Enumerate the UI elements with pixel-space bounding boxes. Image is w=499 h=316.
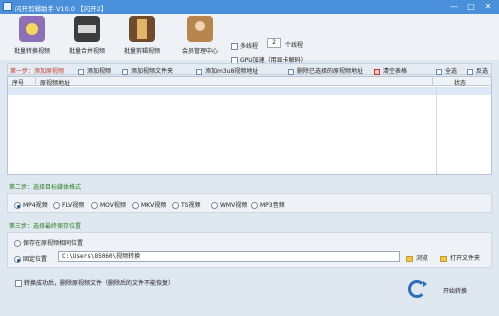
member-icon <box>187 16 213 42</box>
multithread-check-icon <box>231 43 238 50</box>
radio-icon <box>211 202 218 209</box>
multithread-checkbox[interactable]: 多线程 <box>231 41 258 50</box>
close-button[interactable]: ✕ <box>480 1 496 13</box>
table-header: 序号 原视频地址 状态 <box>8 77 491 87</box>
column-source-path[interactable]: 原视频地址 <box>40 78 70 87</box>
format-mkv-radio[interactable]: MKV视频 <box>132 200 166 209</box>
delete-selected-label: 删除已选择的原视频地址 <box>297 68 364 75</box>
batch-cut-button[interactable]: 批量剪辑视频 <box>118 16 166 55</box>
app-icon <box>3 2 12 11</box>
column-status[interactable]: 状态 <box>454 78 466 87</box>
batch-convert-label: 批量转换视频 <box>13 48 50 55</box>
save-fixed-label: 固定位置 <box>23 256 48 263</box>
format-ts-label: TS视频 <box>181 202 201 209</box>
format-options: MP4视频 FLV视频 MOV视频 MKV视频 TS视频 WMV视频 MP3音频 <box>7 193 492 213</box>
delete-original-check-icon <box>15 280 22 287</box>
format-mov-radio[interactable]: MOV视频 <box>91 200 126 209</box>
step1-action-bar: 第一步：添加原视频 添加视频 添加视频文件夹 添加m3u8视频地址 删除已选择的… <box>7 63 492 75</box>
radio-icon <box>132 202 139 209</box>
save-location-panel: 保存在原视频相同位置 固定位置 C:\Users\85060\视频转换 浏览 打… <box>7 232 492 268</box>
video-merge-icon <box>74 16 100 42</box>
multithread-label: 多线程 <box>240 43 259 50</box>
toolbar: 批量转换视频 批量合并视频 批量剪辑视频 会员管理中心 多线程 2 个线程 GP… <box>0 14 499 64</box>
delete-selected-icon <box>288 68 294 75</box>
batch-cut-label: 批量剪辑视频 <box>123 48 160 55</box>
select-all-button[interactable]: 全选 <box>436 66 457 75</box>
format-flv-radio[interactable]: FLV视频 <box>53 200 84 209</box>
step1-label: 第一步：添加原视频 <box>10 68 65 75</box>
delete-original-label: 转换成功后，删除原视频文件（删除后的文件不能恢复） <box>24 280 175 287</box>
video-table[interactable]: 序号 原视频地址 状态 <box>7 76 492 175</box>
minimize-button[interactable]: — <box>446 1 462 13</box>
delete-original-checkbox[interactable]: 转换成功后，删除原视频文件（删除后的文件不能恢复） <box>15 278 174 287</box>
save-fixed-radio[interactable]: 固定位置 <box>14 254 47 263</box>
format-mp3-label: MP3音频 <box>260 202 285 209</box>
save-original-label: 保存在原视频相同位置 <box>23 240 84 247</box>
format-ts-radio[interactable]: TS视频 <box>172 200 200 209</box>
invert-select-icon <box>467 68 473 75</box>
add-m3u8-button[interactable]: 添加m3u8视频地址 <box>196 66 258 75</box>
radio-selected-icon <box>14 256 21 263</box>
thread-suffix-label: 个线程 <box>285 42 304 49</box>
column-divider <box>35 77 36 86</box>
radio-icon <box>251 202 258 209</box>
window-title: 闪开剪辑助手 V10.0 【闪开2】 <box>15 5 108 13</box>
clear-icon <box>374 68 380 75</box>
save-original-radio[interactable]: 保存在原视频相同位置 <box>14 238 83 247</box>
step2-label: 第二步：选择目标媒体格式 <box>9 184 82 191</box>
member-center-label: 会员管理中心 <box>181 48 218 55</box>
column-index[interactable]: 序号 <box>12 78 24 87</box>
radio-selected-icon <box>14 202 21 209</box>
batch-merge-button[interactable]: 批量合并视频 <box>63 16 111 55</box>
format-mp3-radio[interactable]: MP3音频 <box>251 200 285 209</box>
invert-select-button[interactable]: 反选 <box>467 66 488 75</box>
table-row[interactable] <box>8 87 491 95</box>
refresh-convert-icon[interactable] <box>408 280 427 298</box>
browse-label: 浏览 <box>416 255 429 262</box>
step3-label: 第三步：选择最终保存位置 <box>9 223 82 230</box>
add-folder-icon <box>122 68 128 75</box>
format-mp4-radio[interactable]: MP4视频 <box>14 200 48 209</box>
clear-table-label: 清空表格 <box>383 68 408 75</box>
format-mkv-label: MKV视频 <box>141 202 167 209</box>
member-center-button[interactable]: 会员管理中心 <box>176 16 224 55</box>
browse-button[interactable]: 浏览 <box>406 253 428 262</box>
add-video-label: 添加视频 <box>87 68 112 75</box>
format-mp4-label: MP4视频 <box>23 202 48 209</box>
thread-count-input[interactable]: 2 <box>267 38 281 48</box>
save-path-input[interactable]: C:\Users\85060\视频转换 <box>58 251 400 262</box>
add-video-icon <box>78 68 84 75</box>
radio-icon <box>91 202 98 209</box>
format-flv-label: FLV视频 <box>62 202 85 209</box>
folder-icon <box>406 255 413 262</box>
batch-merge-label: 批量合并视频 <box>68 48 105 55</box>
open-folder-button[interactable]: 打开文件夹 <box>440 253 480 262</box>
video-convert-icon <box>19 16 45 42</box>
format-mov-label: MOV视频 <box>100 202 126 209</box>
folder-open-icon <box>440 255 447 262</box>
open-folder-label: 打开文件夹 <box>450 255 481 262</box>
invert-select-label: 反选 <box>476 68 489 75</box>
batch-convert-button[interactable]: 批量转换视频 <box>8 16 56 55</box>
add-m3u8-icon <box>196 68 202 75</box>
radio-icon <box>172 202 179 209</box>
format-wmv-radio[interactable]: WMV视频 <box>211 200 247 209</box>
clear-table-button[interactable]: 清空表格 <box>374 66 407 75</box>
add-folder-label: 添加视频文件夹 <box>131 68 174 75</box>
column-divider <box>432 77 433 86</box>
delete-selected-button[interactable]: 删除已选择的原视频地址 <box>288 66 363 75</box>
title-bar: 闪开剪辑助手 V10.0 【闪开2】 — □ ✕ <box>0 0 499 14</box>
select-all-label: 全选 <box>445 68 458 75</box>
film-cut-icon <box>129 16 155 42</box>
maximize-button[interactable]: □ <box>463 1 479 13</box>
start-convert-button[interactable]: 开始转换 <box>443 286 467 295</box>
add-m3u8-label: 添加m3u8视频地址 <box>205 68 259 75</box>
column-divider <box>436 87 437 174</box>
radio-icon <box>53 202 60 209</box>
add-folder-button[interactable]: 添加视频文件夹 <box>122 66 173 75</box>
radio-icon <box>14 240 21 247</box>
format-wmv-label: WMV视频 <box>220 202 248 209</box>
select-all-icon <box>436 68 442 75</box>
add-video-button[interactable]: 添加视频 <box>78 66 111 75</box>
